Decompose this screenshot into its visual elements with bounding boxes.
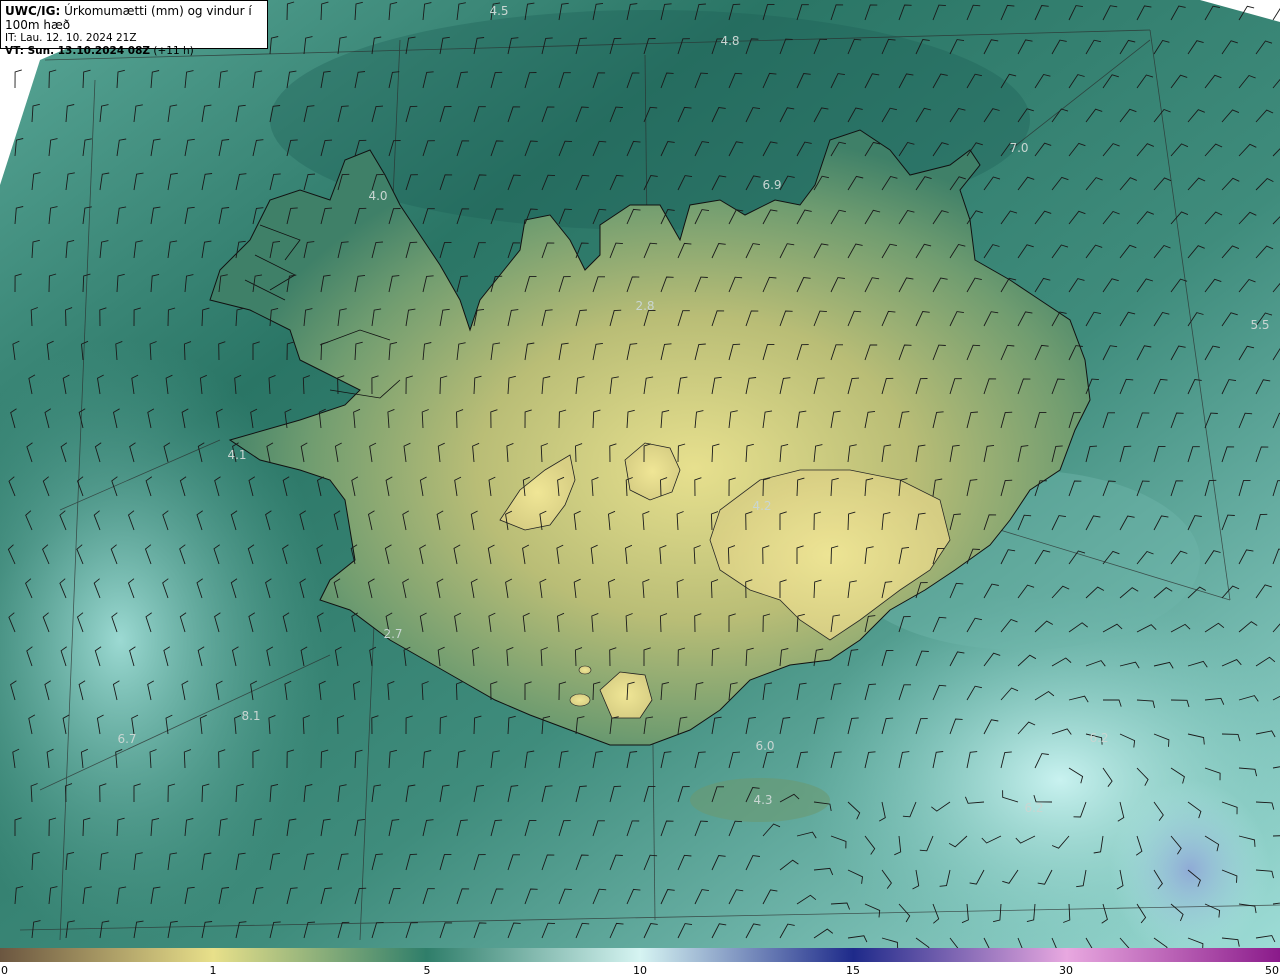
value-label: 2.7: [383, 627, 403, 641]
precipitation-map: [0, 0, 1280, 948]
value-label: 6.9: [762, 178, 782, 192]
colorbar-tick: 10: [633, 964, 647, 977]
value-label: 4.1: [227, 448, 247, 462]
value-label: 6.2: [1024, 801, 1044, 815]
init-time: IT: Lau. 12. 10. 2024 21Z: [5, 32, 137, 44]
product-title: UWC/IG: Úrkomumætti (mm) og vindur í 100…: [5, 4, 252, 32]
colorbar-tick: 50: [1265, 964, 1279, 977]
value-label: 2.8: [635, 299, 655, 313]
value-label: 4.5: [489, 4, 509, 18]
colorbar-strip: [0, 948, 1280, 962]
map-title-box: UWC/IG: Úrkomumætti (mm) og vindur í 100…: [0, 0, 268, 57]
colorbar-tick: 15: [846, 964, 860, 977]
colorbar-tick: 30: [1059, 964, 1073, 977]
value-label: 8.1: [241, 709, 261, 723]
value-label: 5.5: [1250, 318, 1270, 332]
colorbar: 0 1 5 10 15 30 50: [0, 948, 1280, 978]
colorbar-tick: 0: [1, 964, 8, 977]
value-label: 6.0: [755, 739, 775, 753]
value-label: 6.7: [117, 732, 137, 746]
value-label: 4.3: [753, 793, 773, 807]
colorbar-tick: 5: [423, 964, 431, 977]
colorbar-tick: 1: [209, 964, 217, 977]
value-label: 4.0: [368, 189, 388, 203]
value-label: 6.2: [1089, 731, 1109, 745]
value-label: 4.2: [752, 499, 772, 513]
value-label: 4.8: [720, 34, 740, 48]
value-label: 7.0: [1009, 141, 1029, 155]
valid-time: VT: Sun. 13.10.2024 08Z (+11 h): [5, 45, 194, 57]
